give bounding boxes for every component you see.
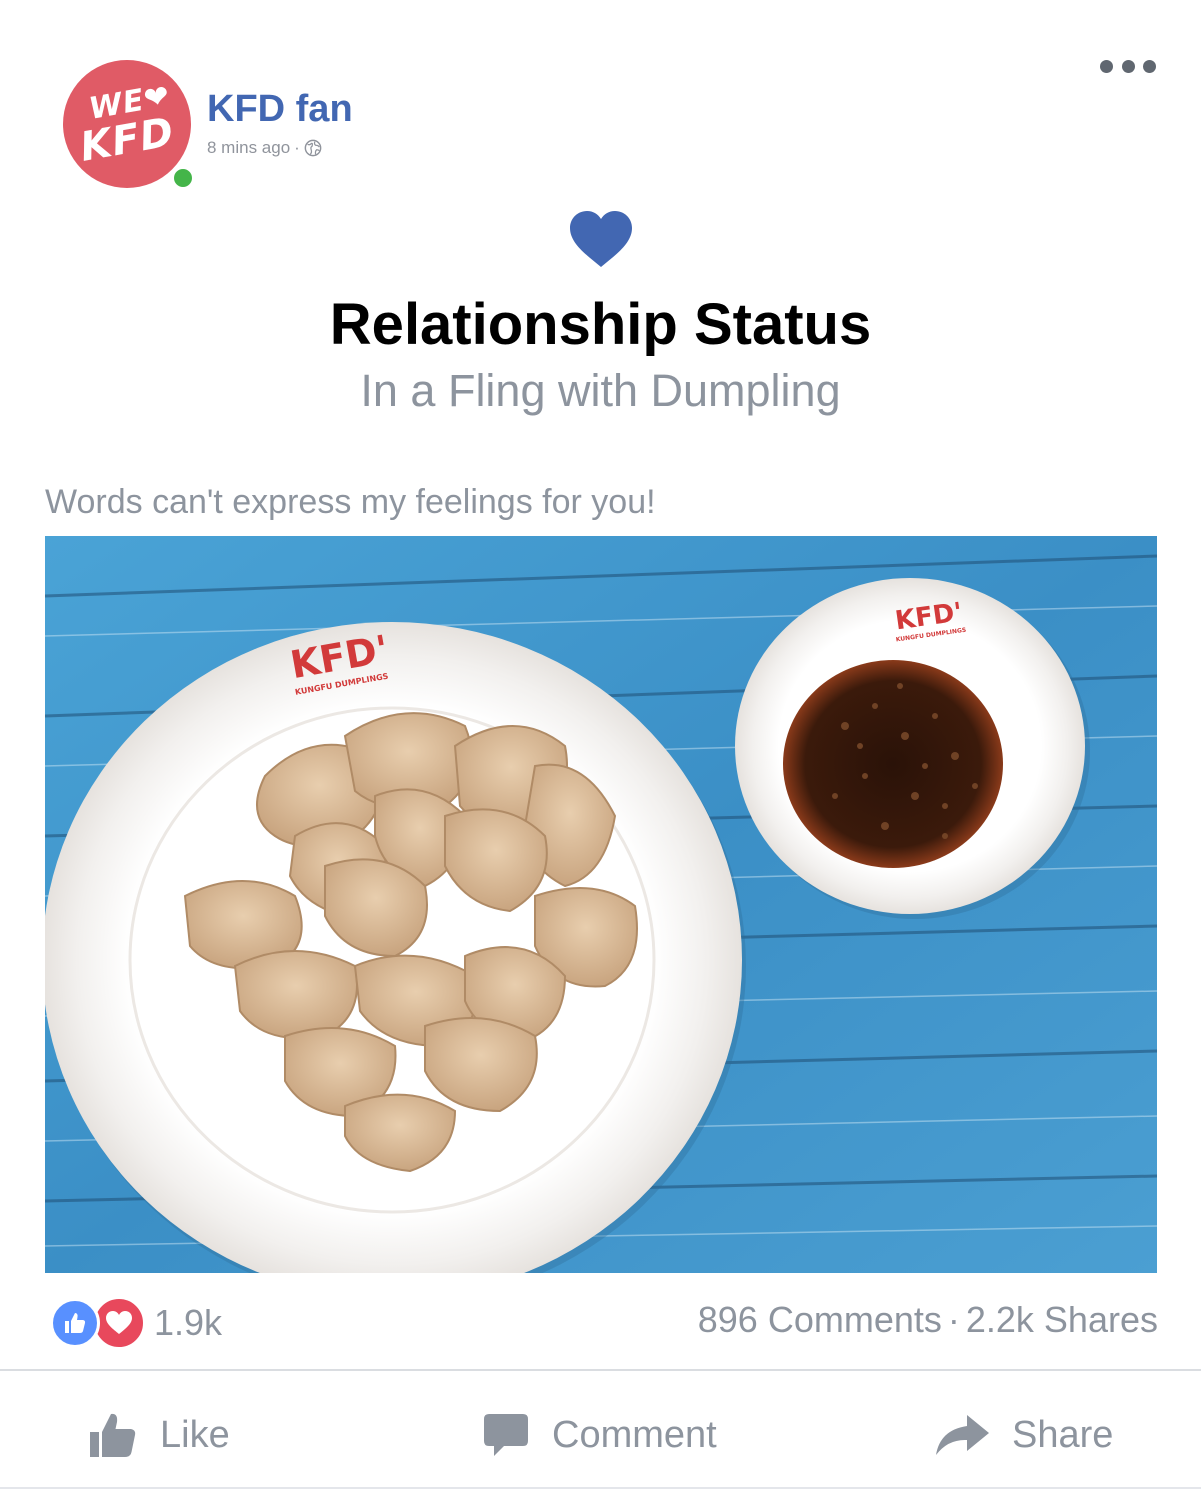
thumbs-up-icon: [90, 1413, 136, 1457]
post-time[interactable]: 8 mins ago: [207, 136, 290, 160]
online-status-indicator: [171, 166, 195, 190]
post-photo[interactable]: KFD' KUNGFU DUMPLINGS KFD' KUNGFU DUMPLI…: [45, 536, 1157, 1273]
reaction-count[interactable]: 1.9k: [154, 1301, 222, 1345]
post-caption: Words can't express my feelings for you!: [45, 483, 656, 521]
divider: [0, 1369, 1201, 1371]
life-event-subtitle: In a Fling with Dumpling: [360, 365, 841, 416]
post-meta: 8 mins ago ·: [207, 136, 322, 160]
dot: [1121, 59, 1135, 73]
bottom-divider: [0, 1487, 1201, 1489]
avatar[interactable]: WE❤ KFD: [63, 60, 195, 190]
comments-count[interactable]: 896 Comments: [698, 1298, 942, 1342]
like-label: Like: [160, 1414, 230, 1456]
share-label: Share: [1012, 1414, 1114, 1456]
life-event-title: Relationship Status: [329, 292, 872, 357]
comment-button[interactable]: Comment: [482, 1400, 717, 1470]
facebook-post: WE❤ KFD KFD fan 8 mins ago · Relationshi…: [0, 0, 1201, 1500]
comment-bubble-icon: [484, 1414, 528, 1456]
heart-icon: [570, 211, 632, 267]
dot: [1143, 59, 1156, 73]
shares-count[interactable]: 2.2k Shares: [966, 1298, 1158, 1342]
dot: [1100, 59, 1113, 73]
like-button[interactable]: Like: [88, 1400, 230, 1470]
avatar-logo: WE❤ KFD: [63, 60, 191, 188]
comment-label: Comment: [552, 1414, 717, 1456]
more-dots-icon[interactable]: [1100, 58, 1156, 74]
share-button[interactable]: Share: [934, 1400, 1113, 1470]
stats-separator: ·: [947, 1299, 960, 1340]
dumpling-photo: KFD' KUNGFU DUMPLINGS KFD' KUNGFU DUMPLI…: [45, 536, 1157, 1273]
globe-icon[interactable]: [304, 139, 322, 157]
share-arrow-icon: [936, 1415, 989, 1455]
author-name[interactable]: KFD fan: [207, 86, 353, 132]
post-stats: 896 Comments · 2.2k Shares: [698, 1298, 1158, 1342]
reactions-summary[interactable]: 1.9k: [50, 1296, 222, 1350]
meta-separator: ·: [294, 138, 300, 157]
like-reaction-icon: [50, 1298, 100, 1348]
love-reaction-icon: [92, 1296, 146, 1350]
